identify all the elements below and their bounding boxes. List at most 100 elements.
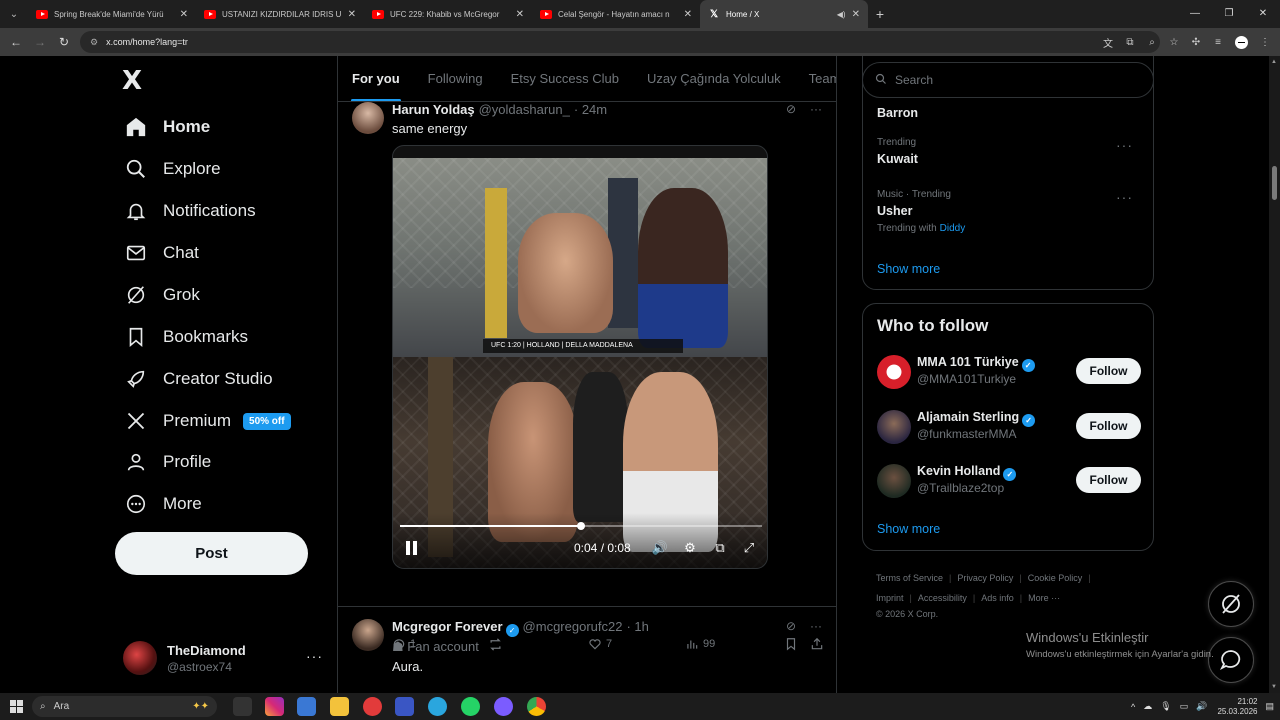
browser-tab-2[interactable]: USTANIZI KIZDIRDILAR IDRIS U ✕ [196,0,364,28]
grok-icon[interactable]: ⊘ [786,619,796,633]
nav-home[interactable]: Home [124,107,210,147]
x-logo[interactable]: X [122,66,142,96]
trend-more-icon[interactable]: ··· [1116,137,1133,153]
tab-search-icon[interactable]: ⌄ [0,0,28,28]
browser-tab-1[interactable]: Spring Break'de Miami'de Yürü ✕ [28,0,196,28]
avatar[interactable] [877,464,911,498]
account-more-icon[interactable]: ··· [306,648,323,664]
avatar[interactable] [877,355,911,389]
task-view-icon[interactable] [233,697,252,716]
system-clock[interactable]: 21:02 25.03.2026 [1217,697,1257,717]
grok-icon[interactable]: ⊘ [786,102,796,116]
scroll-down-icon[interactable]: ▼ [1271,684,1277,690]
speaker-icon[interactable]: ◀) [837,10,846,19]
page-scrollbar[interactable]: ▲ ▼ [1269,56,1280,693]
tab-etsy-success-club[interactable]: Etsy Success Club [497,56,633,101]
follow-button[interactable]: Follow [1076,467,1141,493]
footer-more[interactable]: More ··· [1028,593,1060,603]
follow-button[interactable]: Follow [1076,413,1141,439]
tray-chevron-icon[interactable]: ^ [1131,702,1135,712]
settings-icon[interactable]: ⚙ [681,539,699,557]
site-info-icon[interactable]: ⚙ [90,37,98,48]
footer-link[interactable]: Terms of Service [876,573,943,583]
outlook-icon[interactable] [297,697,316,716]
battery-icon[interactable]: ▭ [1180,701,1189,712]
close-tab-icon[interactable]: ✕ [684,9,692,20]
app-icon[interactable] [494,697,513,716]
browser-tab-3[interactable]: UFC 229: Khabib vs McGregor ✕ [364,0,532,28]
scrollbar-thumb[interactable] [1272,166,1277,200]
star-icon[interactable]: ☆ [1163,37,1185,48]
trend-item[interactable]: Barron [877,102,1141,120]
close-tab-icon[interactable]: ✕ [852,9,860,20]
follow-suggestion[interactable]: Aljamain Sterling ✓ @funkmasterMMA Follow [877,408,1141,448]
tab-uzay-cagi[interactable]: Uzay Çağında Yolculuk [633,56,795,101]
nav-premium[interactable]: Premium 50% off [124,401,291,441]
nav-more[interactable]: More [124,484,202,524]
restore-icon[interactable]: ❐ [1212,0,1246,28]
file-explorer-icon[interactable] [330,697,349,716]
profile-icon[interactable] [1235,35,1248,49]
nav-grok[interactable]: Grok [124,275,200,315]
tab-following[interactable]: Following [414,56,497,101]
app-icon[interactable] [395,697,414,716]
more-icon[interactable]: ··· [810,619,822,633]
post-button[interactable]: Post [115,532,308,575]
like-button[interactable]: 7 [588,637,612,651]
new-tab-button[interactable]: + [868,6,892,22]
views-button[interactable]: 99 [685,637,715,651]
tab-team[interactable]: Team M [795,56,836,101]
follow-show-more[interactable]: Show more [877,522,940,536]
whatsapp-icon[interactable] [461,697,480,716]
nav-chat[interactable]: Chat [124,233,199,273]
repost-button[interactable] [488,637,503,652]
menu-icon[interactable]: ⋮ [1254,37,1276,48]
nav-creator-studio[interactable]: Creator Studio [124,359,273,399]
nav-profile[interactable]: Profile [124,442,211,482]
app-icon[interactable] [363,697,382,716]
scroll-up-icon[interactable]: ▲ [1271,59,1277,65]
taskbar-search[interactable]: ⌕ Ara ✦✦ [32,696,217,717]
notification-icon[interactable]: ▤ [1265,701,1274,712]
telegram-icon[interactable] [428,697,447,716]
minimize-icon[interactable]: — [1178,0,1212,28]
search-input[interactable]: Search [862,62,1154,98]
reading-list-icon[interactable]: ≡ [1207,37,1229,48]
chat-fab[interactable] [1208,637,1254,683]
share-button[interactable] [810,637,824,651]
cloud-icon[interactable]: ☁ [1143,701,1152,712]
volume-icon[interactable]: 🔊 [1196,701,1207,712]
nav-notifications[interactable]: Notifications [124,191,256,231]
zoom-icon[interactable]: ⌕ [1141,37,1163,48]
forward-icon[interactable]: → [28,35,52,49]
avatar[interactable] [877,410,911,444]
follow-suggestion[interactable]: Kevin Holland ✓ @Trailblaze2top Follow [877,462,1141,502]
translate-icon[interactable]: 文 [1097,35,1119,50]
trend-item[interactable]: Music · Trending Usher Trending with Didd… [877,189,1141,234]
nav-bookmarks[interactable]: Bookmarks [124,317,248,357]
mic-icon[interactable]: 🎙 [1160,701,1171,712]
trends-show-more[interactable]: Show more [877,262,940,276]
video-progress-bar[interactable] [400,522,762,530]
close-tab-icon[interactable]: ✕ [348,9,356,20]
pip-icon[interactable]: ⧉ [711,539,729,557]
back-icon[interactable]: ← [4,35,28,49]
more-icon[interactable]: ··· [810,102,822,116]
footer-link[interactable]: Cookie Policy [1028,573,1083,583]
avatar[interactable] [352,619,384,651]
url-field[interactable]: ⚙ x.com/home?lang=tr [80,31,1160,53]
trend-item[interactable]: Trending Kuwait ··· [877,137,1141,166]
footer-link[interactable]: Imprint [876,593,904,603]
close-tab-icon[interactable]: ✕ [516,9,524,20]
pause-icon[interactable] [405,541,419,555]
nav-explore[interactable]: Explore [124,149,221,189]
install-icon[interactable]: ⧉ [1119,37,1141,48]
footer-link[interactable]: Privacy Policy [957,573,1013,583]
follow-button[interactable]: Follow [1076,358,1141,384]
browser-tab-4[interactable]: Celal Şengör - Hayatın amacı n ✕ [532,0,700,28]
reload-icon[interactable]: ↻ [52,35,76,49]
fullscreen-icon[interactable]: ⤢ [740,539,758,557]
windows-start-icon[interactable] [10,700,23,713]
footer-link[interactable]: Ads info [981,593,1014,603]
grok-fab[interactable] [1208,581,1254,627]
